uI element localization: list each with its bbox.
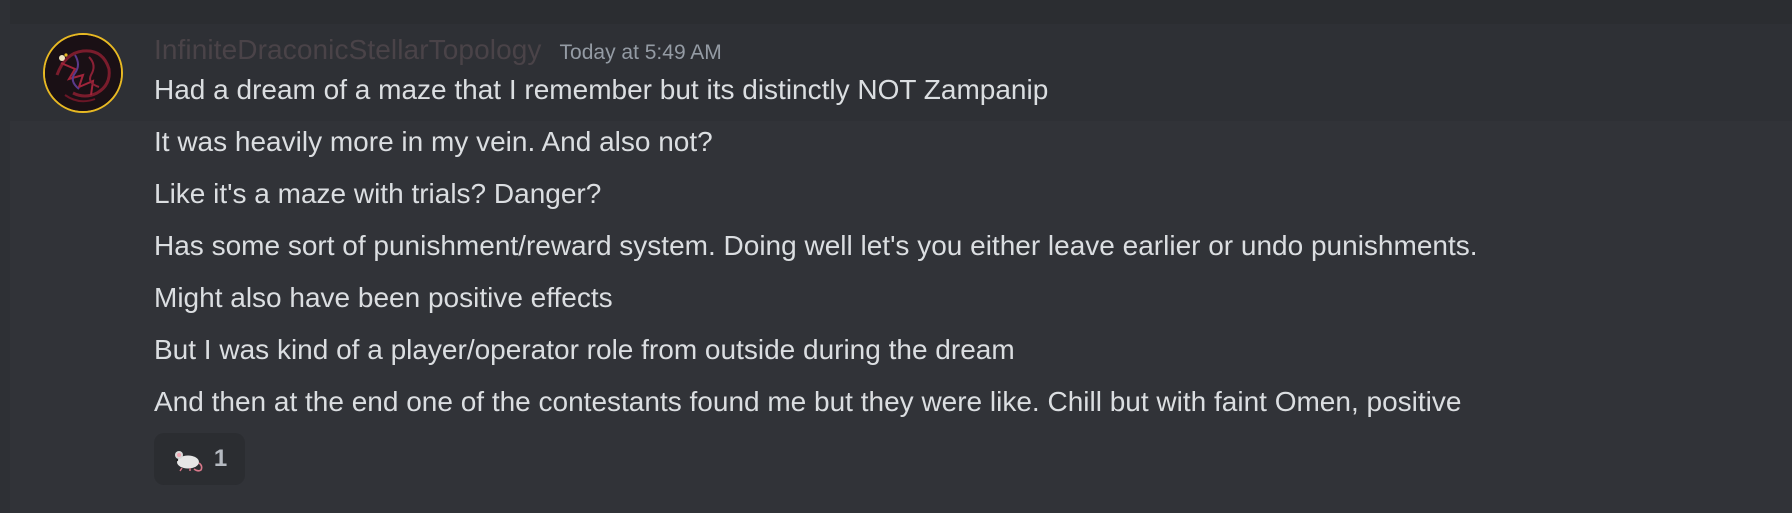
message-header: InfiniteDraconicStellarTopology Today at… [154, 32, 722, 68]
message-line: It was heavily more in my vein. And also… [154, 126, 713, 157]
reaction-count: 1 [213, 445, 228, 472]
message-line: Had a dream of a maze that I remember bu… [154, 74, 1049, 105]
channel-gutter [0, 0, 10, 513]
reaction-button[interactable]: 1 [154, 433, 245, 485]
message-line: Might also have been positive effects [154, 282, 613, 313]
draconic-sigil-icon [45, 35, 121, 111]
message-line: And then at the end one of the contestan… [154, 386, 1462, 417]
message-timestamp[interactable]: Today at 5:49 AM [560, 35, 722, 71]
message-content: Had a dream of a maze that I remember bu… [154, 72, 1774, 436]
user-avatar[interactable] [43, 33, 123, 113]
previous-message-area [0, 0, 1792, 24]
message-group[interactable]: InfiniteDraconicStellarTopology Today at… [10, 24, 1792, 513]
message-line: But I was kind of a player/operator role… [154, 334, 1015, 365]
message-line: Like it's a maze with trials? Danger? [154, 178, 602, 209]
mouse-icon [172, 446, 204, 472]
author-username[interactable]: InfiniteDraconicStellarTopology [154, 32, 542, 68]
message-line: Has some sort of punishment/reward syste… [154, 230, 1478, 261]
